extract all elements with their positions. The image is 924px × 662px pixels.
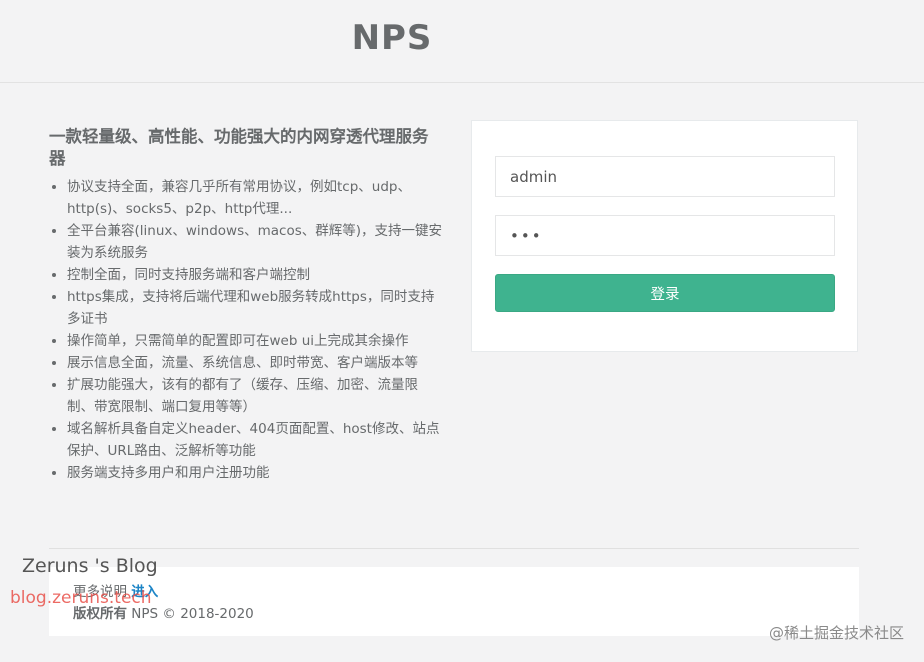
feature-item: 控制全面，同时支持服务端和客户端控制 [52, 264, 444, 286]
intro-section: 一款轻量级、高性能、功能强大的内网穿透代理服务器 协议支持全面，兼容几乎所有常用… [49, 126, 444, 484]
username-input[interactable] [495, 156, 835, 197]
blog-url-watermark: blog.zeruns.tech [10, 588, 152, 608]
divider [49, 548, 859, 549]
copyright-label: 版权所有 [73, 606, 127, 622]
app-title: NPS [351, 18, 433, 58]
feature-item: 域名解析具备自定义header、404页面配置、host修改、站点保护、URL路… [52, 418, 444, 462]
copyright-text: NPS © 2018-2020 [131, 606, 254, 622]
blog-name-watermark: Zeruns 's Blog [22, 555, 158, 577]
login-button[interactable]: 登录 [495, 274, 835, 312]
feature-item: 服务端支持多用户和用户注册功能 [52, 462, 444, 484]
feature-item: 操作简单，只需简单的配置即可在web ui上完成其余操作 [52, 330, 444, 352]
feature-item: 全平台兼容(linux、windows、macos、群辉等)，支持一键安装为系统… [52, 220, 444, 264]
juejin-watermark: @稀土掘金技术社区 [768, 624, 904, 642]
page-footer: 更多说明 进入 版权所有 NPS © 2018-2020 [49, 567, 859, 636]
feature-item: 协议支持全面，兼容几乎所有常用协议，例如tcp、udp、http(s)、sock… [52, 176, 444, 220]
feature-item: 展示信息全面，流量、系统信息、即时带宽、客户端版本等 [52, 352, 444, 374]
intro-heading: 一款轻量级、高性能、功能强大的内网穿透代理服务器 [49, 127, 429, 168]
password-input[interactable] [495, 215, 835, 256]
feature-list: 协议支持全面，兼容几乎所有常用协议，例如tcp、udp、http(s)、sock… [49, 176, 444, 484]
page-header: NPS [0, 0, 924, 83]
more-info-line: 更多说明 进入 [73, 581, 859, 603]
feature-item: https集成，支持将后端代理和web服务转成https，同时支持多证书 [52, 286, 444, 330]
login-form: 登录 [471, 120, 858, 352]
feature-item: 扩展功能强大，该有的都有了（缓存、压缩、加密、流量限制、带宽限制、端口复用等等） [52, 374, 444, 418]
copyright-line: 版权所有 NPS © 2018-2020 [73, 603, 859, 625]
